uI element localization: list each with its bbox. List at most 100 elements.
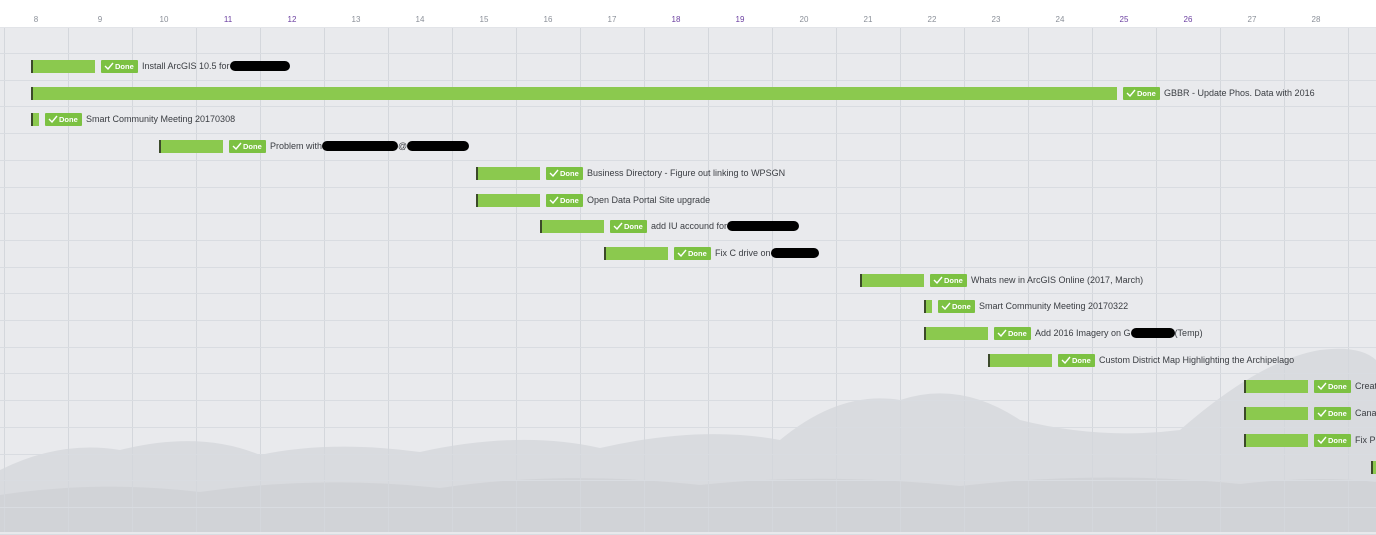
redacted-text [1130, 328, 1175, 338]
day-label-22: 22 [927, 15, 937, 24]
timeline-header: 8 9 10 11 12 13 14 15 16 17 18 19 20 21 22 23 24 25 26 27 28 [0, 0, 1376, 28]
task-title-text: GBBR - Update Phos. Data with 2016 [1164, 88, 1315, 98]
task-title[interactable]: Fix Pr [1355, 434, 1376, 447]
task-bar[interactable] [1244, 380, 1308, 393]
day-label-9: 9 [97, 15, 103, 24]
task-bar[interactable] [1244, 434, 1308, 447]
day-label-14: 14 [415, 15, 425, 24]
day-label-12: 12 [287, 15, 297, 24]
redacted-text [407, 141, 470, 151]
task-title-text: Custom District Map Highlighting the Arc… [1099, 355, 1295, 365]
task-title-text: Add 2016 Imagery on G [1035, 328, 1131, 338]
task-title[interactable]: Creat [1355, 380, 1376, 393]
task-bar[interactable] [540, 220, 604, 233]
day-label-18: 18 [671, 15, 681, 24]
task-title-text: Fix C drive on [715, 248, 771, 258]
day-label-10: 10 [159, 15, 169, 24]
day-label-13: 13 [351, 15, 361, 24]
status-label: Done [115, 62, 134, 71]
day-label-19: 19 [735, 15, 745, 24]
task-bar[interactable] [988, 354, 1052, 367]
status-badge: Done [994, 327, 1031, 340]
task-title[interactable]: Business Directory - Figure out linking … [587, 167, 785, 180]
task-bar[interactable] [31, 113, 39, 126]
redacted-text [727, 221, 800, 231]
status-badge: Done [1314, 407, 1351, 420]
task-title-text: Whats new in ArcGIS Online (2017, March) [971, 275, 1144, 285]
task-bar[interactable] [604, 247, 668, 260]
task-title[interactable]: Cana [1355, 407, 1376, 420]
task-title-text: Install ArcGIS 10.5 for [142, 61, 230, 71]
task-title[interactable]: Smart Community Meeting 20170322 [979, 300, 1128, 313]
task-title-suffix: (Temp) [1174, 328, 1203, 338]
task-title-text: Smart Community Meeting 20170308 [86, 114, 236, 124]
task-title-text: Business Directory - Figure out linking … [587, 168, 786, 178]
check-icon [232, 142, 243, 151]
task-title[interactable]: Add 2016 Imagery on G (Temp) [1035, 327, 1203, 340]
check-icon [1061, 356, 1072, 365]
check-icon [997, 329, 1008, 338]
status-label: Done [1328, 436, 1347, 445]
task-bar[interactable] [924, 300, 932, 313]
check-icon [1317, 436, 1328, 445]
day-label-8: 8 [33, 15, 39, 24]
day-label-15: 15 [479, 15, 489, 24]
task-bar-partial[interactable] [1371, 461, 1376, 474]
check-icon [613, 222, 624, 231]
task-title[interactable]: GBBR - Update Phos. Data with 2016 [1164, 87, 1315, 100]
task-title[interactable]: Smart Community Meeting 20170308 [86, 113, 235, 126]
check-icon [48, 115, 59, 124]
task-bar[interactable] [924, 327, 988, 340]
task-bar[interactable] [159, 140, 223, 153]
task-title[interactable]: Open Data Portal Site upgrade [587, 194, 710, 207]
status-badge: Done [229, 140, 266, 153]
day-label-20: 20 [799, 15, 809, 24]
status-label: Done [1072, 356, 1091, 365]
check-icon [677, 249, 688, 258]
task-title[interactable]: Fix C drive on [715, 247, 819, 260]
status-badge: Done [45, 113, 82, 126]
redacted-text [322, 141, 399, 151]
task-title-text: Cana [1355, 408, 1376, 418]
grid-row-line [0, 533, 1376, 535]
status-label: Done [1328, 382, 1347, 391]
day-label-11: 11 [223, 15, 233, 24]
status-badge: Done [546, 194, 583, 207]
task-title-text: Open Data Portal Site upgrade [587, 195, 711, 205]
status-label: Done [560, 169, 579, 178]
day-label-25: 25 [1119, 15, 1129, 24]
task-title[interactable]: add IU accound for [651, 220, 800, 233]
status-label: Done [59, 115, 78, 124]
task-title[interactable]: Whats new in ArcGIS Online (2017, March) [971, 274, 1143, 287]
task-title[interactable]: Problem with @ [270, 140, 470, 153]
task-title-text: Creat [1355, 381, 1376, 391]
task-title-text: Smart Community Meeting 20170322 [979, 301, 1129, 311]
day-label-27: 27 [1247, 15, 1257, 24]
check-icon [549, 196, 560, 205]
task-title[interactable]: Custom District Map Highlighting the Arc… [1099, 354, 1294, 367]
task-bar[interactable] [476, 194, 540, 207]
status-badge: Done [1314, 434, 1351, 447]
task-title-text: add IU accound for [651, 221, 728, 231]
check-icon [104, 62, 115, 71]
task-bar[interactable] [860, 274, 924, 287]
day-label-21: 21 [863, 15, 873, 24]
task-bar[interactable] [476, 167, 540, 180]
task-title[interactable]: Install ArcGIS 10.5 for [142, 60, 290, 73]
status-badge: Done [930, 274, 967, 287]
check-icon [941, 302, 952, 311]
status-badge: Done [1314, 380, 1351, 393]
check-icon [1317, 382, 1328, 391]
day-label-16: 16 [543, 15, 553, 24]
task-bar[interactable] [31, 87, 1117, 100]
status-badge: Done [546, 167, 583, 180]
task-bar[interactable] [1244, 407, 1308, 420]
status-badge: Done [1123, 87, 1160, 100]
status-badge: Done [610, 220, 647, 233]
task-title-text: Problem with [270, 141, 323, 151]
task-bar[interactable] [31, 60, 95, 73]
check-icon [1317, 409, 1328, 418]
check-icon [933, 276, 944, 285]
check-icon [1126, 89, 1137, 98]
day-label-28: 28 [1311, 15, 1321, 24]
